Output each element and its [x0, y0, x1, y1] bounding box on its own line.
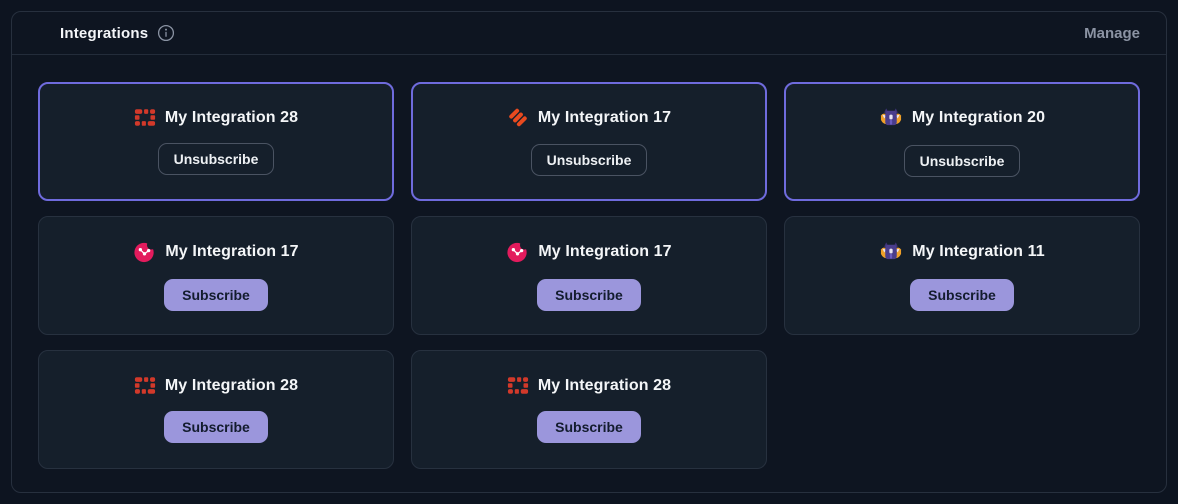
integration-card: My Integration 28 Subscribe [411, 350, 767, 469]
red-grid-icon [134, 108, 156, 127]
card-header: My Integration 17 [507, 107, 671, 128]
integration-card: My Integration 20 Unsubscribe [784, 82, 1140, 201]
integration-title: My Integration 28 [165, 377, 298, 395]
subscribe-button[interactable]: Subscribe [537, 411, 641, 443]
integration-title: My Integration 17 [538, 109, 671, 127]
panel-header: Integrations Manage [12, 12, 1166, 55]
unsubscribe-button[interactable]: Unsubscribe [158, 143, 275, 175]
integrations-panel: Integrations Manage My Integration 28 Un… [11, 11, 1167, 493]
subscribe-button[interactable]: Subscribe [164, 411, 268, 443]
card-header: My Integration 17 [133, 241, 298, 263]
integration-card: My Integration 11 Subscribe [784, 216, 1140, 335]
red-grid-icon [134, 376, 156, 395]
integration-card: My Integration 17 Unsubscribe [411, 82, 767, 201]
integration-title: My Integration 28 [165, 109, 298, 127]
mascot-icon [879, 240, 903, 263]
card-header: My Integration 28 [507, 376, 671, 395]
red-grid-icon [507, 376, 529, 395]
integrations-grid: My Integration 28 Unsubscribe My Integra… [12, 55, 1166, 494]
panel-title: Integrations [60, 25, 148, 42]
unsubscribe-button[interactable]: Unsubscribe [904, 145, 1021, 177]
integration-title: My Integration 28 [538, 377, 671, 395]
subscribe-button[interactable]: Subscribe [164, 279, 268, 311]
network-icon [133, 241, 156, 263]
integration-title: My Integration 20 [912, 109, 1045, 127]
mascot-icon [879, 106, 903, 129]
integration-card: My Integration 28 Subscribe [38, 350, 394, 469]
integration-card: My Integration 17 Subscribe [38, 216, 394, 335]
subscribe-button[interactable]: Subscribe [537, 279, 641, 311]
integration-card: My Integration 17 Subscribe [411, 216, 767, 335]
card-header: My Integration 28 [134, 108, 298, 127]
card-header: My Integration 20 [879, 106, 1045, 129]
info-icon[interactable] [157, 24, 175, 42]
integration-title: My Integration 17 [165, 243, 298, 261]
manage-button[interactable]: Manage [1084, 25, 1140, 42]
unsubscribe-button[interactable]: Unsubscribe [531, 144, 648, 176]
network-icon [506, 241, 529, 263]
integration-title: My Integration 17 [538, 243, 671, 261]
stripes-icon [507, 107, 529, 128]
integration-title: My Integration 11 [912, 243, 1044, 261]
card-header: My Integration 11 [879, 240, 1044, 263]
card-header: My Integration 17 [506, 241, 671, 263]
integration-card: My Integration 28 Unsubscribe [38, 82, 394, 201]
subscribe-button[interactable]: Subscribe [910, 279, 1014, 311]
card-header: My Integration 28 [134, 376, 298, 395]
